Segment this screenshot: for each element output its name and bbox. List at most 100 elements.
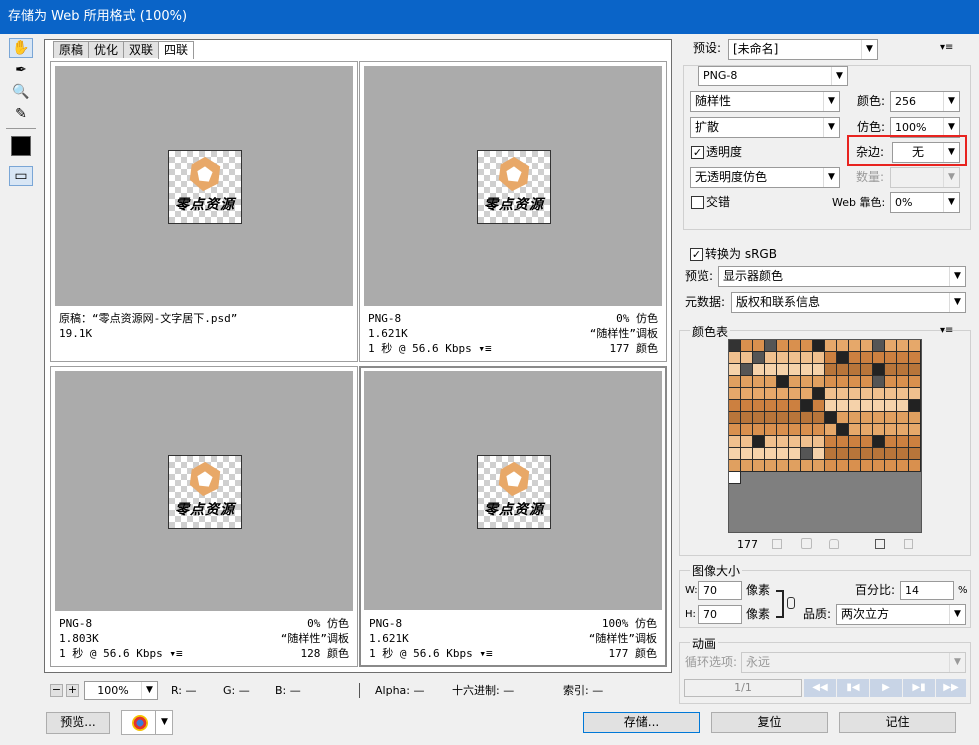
percent-input[interactable]: 14	[900, 581, 954, 600]
palette-swatch[interactable]	[813, 460, 825, 472]
palette-swatch[interactable]	[837, 436, 849, 448]
palette-swatch[interactable]	[849, 376, 861, 388]
download-menu-icon[interactable]: ▾≡	[472, 342, 491, 355]
reset-button[interactable]: 复位	[711, 712, 828, 733]
palette-swatch[interactable]	[825, 400, 837, 412]
palette-swatch[interactable]	[825, 364, 837, 376]
palette-swatch[interactable]	[813, 364, 825, 376]
palette-swatch[interactable]	[897, 376, 909, 388]
palette-swatch[interactable]	[813, 448, 825, 460]
palette-swatch[interactable]	[873, 388, 885, 400]
palette-swatch[interactable]	[729, 424, 741, 436]
prev-frame-icon[interactable]: ▮◀	[837, 679, 869, 697]
palette-swatch[interactable]	[873, 364, 885, 376]
palette-swatch[interactable]	[801, 388, 813, 400]
palette-swatch[interactable]	[789, 424, 801, 436]
metadata-select[interactable]: 版权和联系信息 ▼	[731, 292, 966, 313]
palette-swatch[interactable]	[861, 340, 873, 352]
height-input[interactable]: 70	[698, 605, 742, 624]
palette-swatch[interactable]	[873, 376, 885, 388]
palette-swatch[interactable]	[729, 388, 741, 400]
palette-swatch[interactable]	[897, 448, 909, 460]
tab-original[interactable]: 原稿	[53, 41, 90, 58]
palette-swatch[interactable]	[801, 460, 813, 472]
palette-swatch[interactable]	[753, 388, 765, 400]
convert-srgb-checkbox[interactable]: ✓	[690, 248, 703, 261]
palette-swatch[interactable]	[753, 424, 765, 436]
palette-swatch[interactable]	[849, 436, 861, 448]
palette-swatch[interactable]	[813, 388, 825, 400]
palette-swatch[interactable]	[909, 388, 921, 400]
palette-swatch[interactable]	[765, 460, 777, 472]
zoom-tool-icon[interactable]: 🔍	[9, 82, 33, 102]
palette-swatch[interactable]	[849, 400, 861, 412]
palette-swatch[interactable]	[897, 424, 909, 436]
palette-swatch[interactable]	[897, 460, 909, 472]
palette-swatch[interactable]	[777, 460, 789, 472]
palette-swatch[interactable]	[909, 400, 921, 412]
websnap-select[interactable]: 0% ▼	[890, 192, 960, 213]
palette-swatch[interactable]	[741, 412, 753, 424]
palette-swatch[interactable]	[765, 424, 777, 436]
interlaced-checkbox[interactable]	[691, 196, 704, 209]
trash-icon[interactable]	[904, 539, 913, 549]
palette-swatch[interactable]	[777, 400, 789, 412]
map-color-icon[interactable]	[772, 539, 782, 549]
palette-swatch[interactable]	[753, 340, 765, 352]
palette-swatch[interactable]	[909, 412, 921, 424]
palette-swatch[interactable]	[765, 340, 777, 352]
palette-swatch[interactable]	[777, 448, 789, 460]
palette-swatch[interactable]	[729, 448, 741, 460]
palette-swatch[interactable]	[909, 364, 921, 376]
preset-select[interactable]: [未命名] ▼	[728, 39, 878, 60]
preview-pane-4-selected[interactable]: 零点资源 PNG-8 100% 仿色 1.621K “随样性”调板 1 秒 @ 56…	[359, 366, 667, 667]
palette-swatch[interactable]	[837, 400, 849, 412]
palette-swatch[interactable]	[801, 364, 813, 376]
palette-swatch[interactable]	[813, 412, 825, 424]
loop-select[interactable]: 永远 ▼	[741, 652, 966, 673]
palette-swatch[interactable]	[849, 448, 861, 460]
palette-swatch[interactable]	[729, 436, 741, 448]
palette-swatch[interactable]	[813, 424, 825, 436]
transparency-dither-select[interactable]: 无透明度仿色 ▼	[690, 167, 840, 188]
palette-swatch[interactable]	[825, 448, 837, 460]
palette-swatch[interactable]	[729, 352, 741, 364]
palette-swatch[interactable]	[909, 340, 921, 352]
palette-swatch[interactable]	[837, 352, 849, 364]
link-icon[interactable]	[787, 597, 795, 609]
new-color-icon[interactable]	[875, 539, 885, 549]
palette-swatch[interactable]	[885, 424, 897, 436]
slice-select-tool-icon[interactable]: ✒	[9, 60, 33, 80]
palette-swatch[interactable]	[801, 412, 813, 424]
zoom-out-button[interactable]: −	[50, 684, 63, 697]
palette-swatch[interactable]	[873, 436, 885, 448]
palette-swatch[interactable]	[729, 472, 741, 484]
preview-pane-3[interactable]: 零点资源 PNG-8 0% 仿色 1.803K “随样性”调板 1 秒 @ 56.6…	[50, 366, 358, 667]
preview-button[interactable]: 预览...	[46, 712, 110, 734]
palette-swatch[interactable]	[753, 352, 765, 364]
palette-swatch[interactable]	[777, 352, 789, 364]
palette-swatch[interactable]	[837, 412, 849, 424]
palette-swatch[interactable]	[885, 448, 897, 460]
amount-select[interactable]: ▼	[890, 167, 960, 188]
palette-swatch[interactable]	[777, 412, 789, 424]
zoom-select[interactable]: 100% ▼	[84, 681, 158, 700]
palette-swatch[interactable]	[849, 412, 861, 424]
palette-swatch[interactable]	[897, 352, 909, 364]
palette-swatch[interactable]	[825, 376, 837, 388]
next-frame-icon[interactable]: ▶▮	[903, 679, 935, 697]
palette-swatch[interactable]	[729, 364, 741, 376]
palette-swatch[interactable]	[801, 400, 813, 412]
palette-swatch[interactable]	[813, 400, 825, 412]
palette-swatch[interactable]	[837, 460, 849, 472]
palette-swatch[interactable]	[909, 376, 921, 388]
preview-color-select[interactable]: 显示器颜色 ▼	[718, 266, 966, 287]
palette-swatch[interactable]	[777, 424, 789, 436]
palette-swatch[interactable]	[789, 376, 801, 388]
palette-swatch[interactable]	[813, 436, 825, 448]
palette-swatch[interactable]	[897, 364, 909, 376]
palette-swatch[interactable]	[741, 400, 753, 412]
palette-swatch[interactable]	[801, 436, 813, 448]
palette-swatch[interactable]	[813, 376, 825, 388]
palette-swatch[interactable]	[873, 424, 885, 436]
